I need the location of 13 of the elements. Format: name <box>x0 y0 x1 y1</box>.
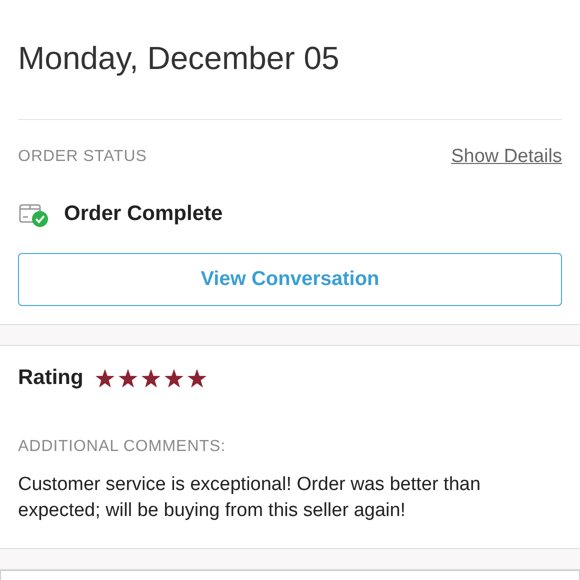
show-details-link[interactable]: Show Details <box>451 146 562 168</box>
date-heading: Monday, December 05 <box>18 39 340 78</box>
star-icon <box>141 368 162 388</box>
rating-label: Rating <box>18 366 84 390</box>
star-icon <box>187 368 208 388</box>
star-icon <box>95 368 116 388</box>
view-conversation-button[interactable]: View Conversation <box>18 253 562 306</box>
star-icon <box>164 368 184 388</box>
section-label: ORDER STATUS <box>18 148 147 166</box>
order-status-text: Order Complete <box>64 202 223 226</box>
comments-label: ADDITIONAL COMMENTS: <box>18 438 227 456</box>
star-icon <box>118 368 138 388</box>
comment-text: Customer service is exceptional! Order was better than expected; will be buying from this seller again! <box>18 473 482 523</box>
